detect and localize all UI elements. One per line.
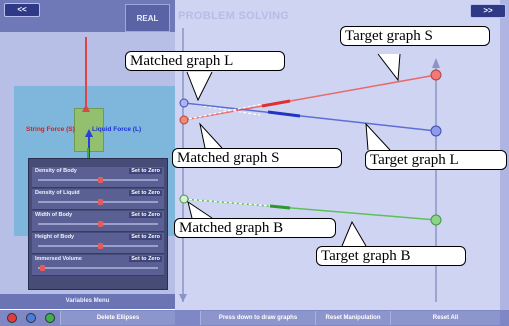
variable-slider-knob[interactable] [98,243,103,249]
target-l-pointer [365,122,391,151]
variable-name: Height of Body [35,234,75,240]
variable-row: Density of Liquid Set to Zero [32,189,164,210]
matched-l-pointer [186,71,213,102]
target-b-callout: Target graph B [316,246,466,266]
matched-b-pointer [187,200,213,219]
target-graph-s [183,74,437,121]
target-graph-l [183,102,437,132]
variable-name: Density of Body [35,168,77,174]
variable-name: Density of Liquid [35,190,80,196]
matched-s-pointer [199,122,223,149]
start-handle-l[interactable] [179,98,189,108]
variable-row: Density of Body Set to Zero [32,167,164,188]
set-to-zero-button[interactable]: Set to Zero [129,256,162,262]
liquid-arrowhead [85,129,93,137]
variable-slider-knob[interactable] [98,199,103,205]
axis-left-arrowhead [179,294,187,302]
variables-panel: Density of Body Set to Zero Density of L… [28,158,168,290]
green-toggle-button[interactable] [45,313,55,323]
matched-segment-l [267,110,301,118]
set-to-zero-button[interactable]: Set to Zero [129,190,162,196]
red-toggle-button[interactable] [7,313,17,323]
matched-l-callout: Matched graph L [125,51,285,71]
matched-segment-s [261,99,291,108]
axis-right-arrowhead [432,58,440,68]
target-l-callout: Target graph L [365,150,507,170]
variable-slider-knob[interactable] [98,221,103,227]
matched-graph-l [183,103,263,121]
delete-ellipses-button[interactable]: Delete Ellipses [60,311,175,325]
variable-name: Immersed Volume [35,256,82,262]
reset-manipulation-button[interactable]: Reset Manipulation [315,311,390,325]
matched-s-callout: Matched graph S [172,148,342,168]
matched-segment-b [269,204,291,210]
variables-menu-button[interactable]: Variables Menu [0,294,175,309]
target-s-endpoint[interactable] [430,69,442,81]
variable-slider-knob[interactable] [40,265,45,271]
variable-row: Immersed Volume Set to Zero [32,255,164,276]
set-to-zero-button[interactable]: Set to Zero [129,168,162,174]
variable-row: Height of Body Set to Zero [32,233,164,254]
matched-b-callout: Matched graph B [174,218,336,238]
target-b-pointer [341,220,367,247]
variable-name: Width of Body [35,212,73,218]
start-handle-s[interactable] [179,115,189,125]
reset-all-button[interactable]: Reset All [390,311,500,325]
blue-toggle-button[interactable] [26,313,36,323]
set-to-zero-button[interactable]: Set to Zero [129,234,162,240]
set-to-zero-button[interactable]: Set to Zero [129,212,162,218]
app-window: << REAL >> PROBLEM SOLVING String Force … [0,0,509,326]
target-l-endpoint[interactable] [430,125,442,137]
target-s-callout: Target graph S [340,26,490,46]
variable-slider-knob[interactable] [98,177,103,183]
draw-graphs-button[interactable]: Press down to draw graphs [200,311,315,325]
variable-slider-track[interactable] [38,267,158,269]
target-s-pointer [377,53,401,82]
start-handle-b[interactable] [179,194,189,204]
string-arrowhead [82,104,90,112]
variable-row: Width of Body Set to Zero [32,211,164,232]
target-b-endpoint[interactable] [430,214,442,226]
